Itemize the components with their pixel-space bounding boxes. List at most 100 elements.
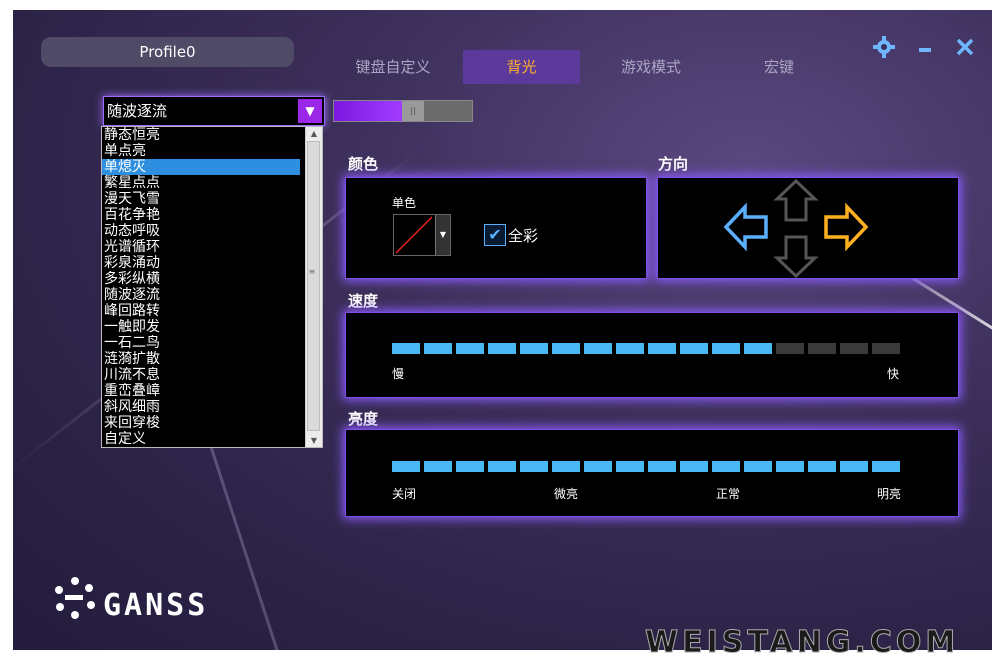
brightness-bright-label: 明亮 (877, 487, 902, 501)
level-segment[interactable] (616, 461, 644, 472)
list-item[interactable]: 静态恒亮 (102, 127, 300, 143)
list-item[interactable]: 重峦叠嶂 (102, 383, 300, 399)
direction-section-title: 方向 (658, 155, 689, 173)
list-item[interactable]: 一触即发 (102, 319, 300, 335)
list-item[interactable]: 来回穿梭 (102, 415, 300, 431)
level-segment[interactable] (712, 461, 740, 472)
color-swatch-picker[interactable]: ▼ (393, 214, 451, 256)
level-segment[interactable] (648, 461, 676, 472)
profile-name[interactable]: Profile0 (41, 37, 294, 67)
level-segment[interactable] (776, 461, 804, 472)
scroll-up-icon[interactable]: ▲ (306, 129, 322, 138)
effect-mode-select[interactable]: 随波逐流 ▼ (103, 96, 325, 126)
color-section-title: 颜色 (348, 155, 379, 173)
brightness-section-title: 亮度 (348, 410, 379, 428)
level-segment[interactable] (488, 343, 516, 354)
list-item[interactable]: 斜风细雨 (102, 399, 300, 415)
list-item[interactable]: 单点亮 (102, 143, 300, 159)
watermark: WEISTANG.COM (644, 625, 960, 661)
level-segment[interactable] (392, 343, 420, 354)
scrollbar-thumb[interactable] (307, 141, 320, 431)
level-segment[interactable] (424, 343, 452, 354)
level-segment[interactable] (744, 461, 772, 472)
level-segment[interactable] (520, 461, 548, 472)
level-segment[interactable] (584, 461, 612, 472)
tab-keyboard-custom[interactable]: 键盘自定义 (335, 50, 451, 84)
list-item[interactable]: 动态呼吸 (102, 223, 300, 239)
grip-icon: ≡ (308, 267, 316, 276)
list-item[interactable]: 一石二鸟 (102, 335, 300, 351)
arrow-right-icon[interactable] (824, 202, 869, 252)
color-mode-title: 单色 (392, 196, 417, 210)
speed-max-label: 快 (887, 367, 900, 381)
level-segment[interactable] (776, 343, 804, 354)
tab-macro[interactable]: 宏键 (723, 50, 835, 84)
level-segment[interactable] (424, 461, 452, 472)
level-segment[interactable] (392, 461, 420, 472)
level-segment[interactable] (808, 461, 836, 472)
level-segment[interactable] (616, 343, 644, 354)
list-item[interactable]: 光谱循环 (102, 239, 300, 255)
background-light-beam (205, 435, 284, 650)
level-segment[interactable] (552, 461, 580, 472)
level-segment[interactable] (680, 343, 708, 354)
list-item[interactable]: 单熄灭 (102, 159, 300, 175)
level-segment[interactable] (456, 343, 484, 354)
level-segment[interactable] (712, 343, 740, 354)
level-segment[interactable] (648, 343, 676, 354)
brightness-panel: 关闭 微亮 正常 明亮 (345, 429, 959, 517)
brightness-dim-label: 微亮 (554, 487, 579, 501)
ganss-logo-icon (55, 577, 95, 619)
toggle-on-fill (334, 101, 402, 121)
full-color-checkbox[interactable]: ✔ (484, 224, 506, 246)
speed-panel: 慢 快 (345, 312, 959, 398)
chevron-down-icon[interactable]: ▼ (298, 99, 322, 123)
level-segment[interactable] (744, 343, 772, 354)
list-item[interactable]: 漫天飞雪 (102, 191, 300, 207)
level-segment[interactable] (808, 343, 836, 354)
color-panel: 单色 ▼ ✔ 全彩 (345, 177, 647, 279)
brightness-normal-label: 正常 (716, 487, 741, 501)
close-icon[interactable] (956, 36, 974, 64)
level-segment[interactable] (680, 461, 708, 472)
arrow-left-icon[interactable] (723, 202, 768, 252)
level-segment[interactable] (872, 343, 900, 354)
tab-game-mode[interactable]: 游戏模式 (593, 50, 709, 84)
list-item[interactable]: 多彩纵横 (102, 271, 300, 287)
direction-panel (657, 177, 959, 279)
settings-icon[interactable] (873, 36, 895, 64)
minimize-icon[interactable] (918, 36, 932, 64)
app-window: Profile0 键盘自定义 背光 游戏模式 宏键 随波逐流 ▼ 静态恒亮 单点… (13, 10, 992, 650)
list-item[interactable]: 随波逐流 (102, 287, 300, 303)
toggle-knob[interactable]: || (402, 101, 424, 121)
effect-mode-list[interactable]: 静态恒亮 单点亮 单熄灭 繁星点点 漫天飞雪 百花争艳 动态呼吸 光谱循环 彩泉… (101, 126, 323, 448)
tab-backlight[interactable]: 背光 (463, 50, 580, 84)
list-scrollbar[interactable]: ▲ ≡ ▼ (305, 127, 322, 447)
list-item[interactable]: 自定义 (102, 431, 300, 447)
speed-section-title: 速度 (348, 292, 379, 310)
list-item[interactable]: 涟漪扩散 (102, 351, 300, 367)
level-segment[interactable] (840, 343, 868, 354)
level-segment[interactable] (520, 343, 548, 354)
list-item[interactable]: 峰回路转 (102, 303, 300, 319)
list-item[interactable]: 彩泉涌动 (102, 255, 300, 271)
effect-mode-value: 随波逐流 (107, 102, 168, 120)
scroll-down-icon[interactable]: ▼ (306, 436, 322, 445)
arrow-down-icon[interactable] (773, 235, 819, 278)
level-segment[interactable] (456, 461, 484, 472)
chevron-down-icon[interactable]: ▼ (435, 215, 450, 255)
list-item[interactable]: 繁星点点 (102, 175, 300, 191)
full-color-label: 全彩 (508, 227, 539, 245)
level-segment[interactable] (552, 343, 580, 354)
level-segment[interactable] (840, 461, 868, 472)
level-segment[interactable] (488, 461, 516, 472)
arrow-up-icon[interactable] (773, 178, 819, 222)
level-segment[interactable] (872, 461, 900, 472)
brightness-off-label: 关闭 (392, 487, 417, 501)
level-segment[interactable] (584, 343, 612, 354)
backlight-toggle[interactable]: || (333, 100, 473, 122)
list-item[interactable]: 百花争艳 (102, 207, 300, 223)
list-item[interactable]: 川流不息 (102, 367, 300, 383)
speed-min-label: 慢 (392, 367, 405, 381)
ganss-logo-text: GANSS (103, 588, 209, 623)
